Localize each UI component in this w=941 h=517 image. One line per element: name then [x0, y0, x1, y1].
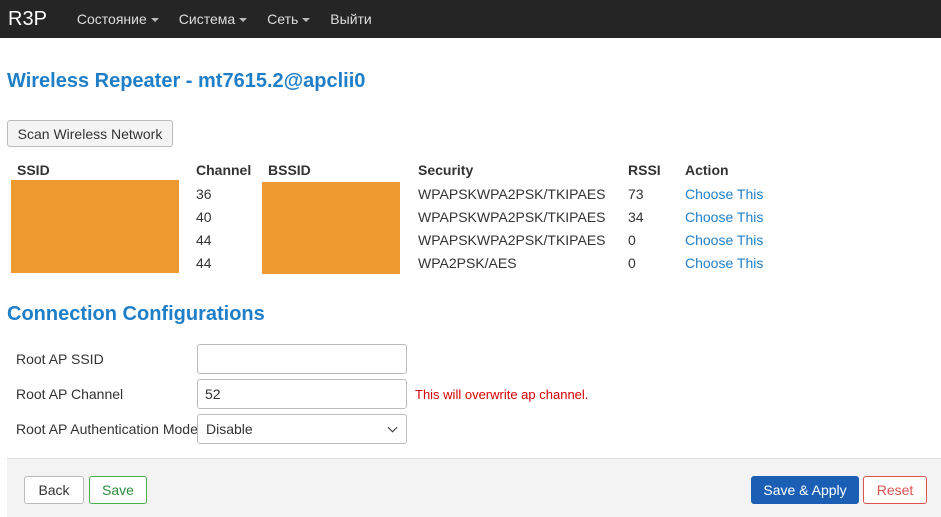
column-header-channel: Channel: [196, 162, 252, 178]
row-security: WPA2PSK/AES: [418, 255, 517, 271]
choose-this-link[interactable]: Choose This: [685, 255, 763, 271]
row-rssi: 0: [628, 255, 636, 271]
row-rssi: 34: [628, 209, 644, 225]
root-ap-channel-input[interactable]: [197, 379, 407, 409]
nav-menu-status[interactable]: Состояние: [77, 11, 159, 27]
back-button[interactable]: Back: [24, 476, 84, 504]
nav-menu-network[interactable]: Сеть: [267, 11, 311, 27]
ssid-redacted-block: [11, 180, 179, 273]
root-ap-ssid-input[interactable]: [197, 344, 407, 374]
choose-this-link[interactable]: Choose This: [685, 209, 763, 225]
row-rssi: 0: [628, 232, 636, 248]
page-title: Wireless Repeater - mt7615.2@apclii0: [7, 70, 366, 92]
root-ap-ssid-label: Root AP SSID: [16, 351, 104, 367]
row-channel: 36: [196, 186, 212, 202]
nav-menu-status-label: Состояние: [76, 11, 147, 27]
row-security: WPAPSKWPA2PSK/TKIPAES: [418, 232, 606, 248]
root-ap-auth-mode-label: Root AP Authentication Mode: [16, 421, 198, 437]
scan-wireless-network-button[interactable]: Scan Wireless Network: [7, 120, 173, 147]
save-button[interactable]: Save: [89, 476, 147, 504]
root-ap-channel-label: Root AP Channel: [16, 386, 124, 402]
row-channel: 44: [196, 255, 212, 271]
reset-button[interactable]: Reset: [863, 476, 927, 504]
nav-logout-label: Выйти: [330, 11, 372, 27]
scan-results-table: SSID Channel BSSID Security RSSI Action …: [0, 160, 941, 280]
nav-menu-system-label: Система: [178, 11, 236, 27]
row-security: WPAPSKWPA2PSK/TKIPAES: [418, 186, 606, 202]
brand-logo[interactable]: R3P: [8, 8, 47, 31]
channel-warning-text: This will overwrite ap channel.: [415, 387, 589, 402]
column-header-ssid: SSID: [17, 162, 50, 178]
nav-menu-network-label: Сеть: [267, 11, 299, 27]
top-navbar: R3P Состояние Система Сеть Выйти: [0, 0, 941, 38]
choose-this-link[interactable]: Choose This: [685, 232, 763, 248]
save-and-apply-button[interactable]: Save & Apply: [751, 476, 859, 504]
column-header-action: Action: [685, 162, 729, 178]
bssid-redacted-block: [262, 182, 400, 274]
column-header-bssid: BSSID: [268, 162, 311, 178]
column-header-security: Security: [418, 162, 474, 178]
column-header-rssi: RSSI: [628, 162, 661, 178]
row-channel: 40: [196, 209, 212, 225]
row-rssi: 73: [628, 186, 644, 202]
nav-logout[interactable]: Выйти: [330, 11, 371, 27]
choose-this-link[interactable]: Choose This: [685, 186, 763, 202]
auth-mode-selected-value: Disable: [206, 421, 253, 437]
nav-menu-system[interactable]: Система: [178, 11, 248, 27]
connection-configurations-title: Connection Configurations: [7, 303, 265, 325]
caret-down-icon: [239, 18, 248, 22]
row-channel: 44: [196, 232, 212, 248]
caret-down-icon: [302, 18, 311, 22]
root-ap-auth-mode-select[interactable]: Disable: [197, 414, 407, 444]
row-security: WPAPSKWPA2PSK/TKIPAES: [418, 209, 606, 225]
chevron-down-icon: [387, 422, 398, 432]
caret-down-icon: [150, 18, 159, 22]
